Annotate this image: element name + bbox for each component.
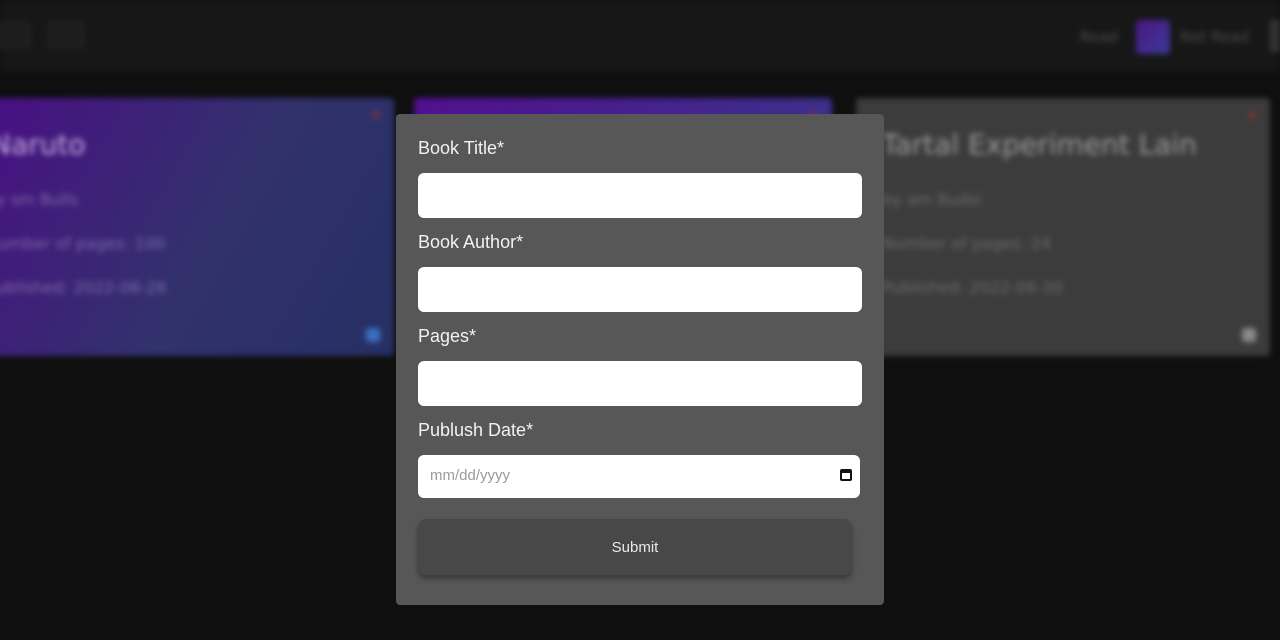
book-card-title: Naruto bbox=[0, 128, 86, 161]
book-card-pages: Number of pages: 24 bbox=[882, 234, 1051, 253]
read-label: Read bbox=[1080, 28, 1118, 46]
read-toggle-swatch[interactable] bbox=[1136, 20, 1170, 54]
publish-date-label: Publush Date* bbox=[418, 420, 534, 440]
book-title-input[interactable] bbox=[418, 173, 862, 218]
header-edge-control[interactable] bbox=[1270, 20, 1280, 52]
book-author-label: Book Author* bbox=[418, 232, 524, 252]
nav-button-1[interactable] bbox=[0, 22, 30, 48]
read-status-icon[interactable] bbox=[1242, 328, 1256, 342]
nav-button-2[interactable] bbox=[48, 22, 84, 48]
calendar-icon[interactable] bbox=[840, 469, 852, 481]
pages-input[interactable] bbox=[418, 361, 862, 406]
read-status-icon[interactable] bbox=[366, 328, 380, 342]
submit-button[interactable]: Submit bbox=[418, 519, 852, 575]
publish-date-placeholder: mm/dd/yyyy bbox=[430, 467, 511, 484]
book-card: ✕ Naruto by sm Bulls Number of pages: 10… bbox=[0, 98, 394, 356]
close-icon[interactable]: ✕ bbox=[1246, 108, 1258, 124]
pages-label: Pages* bbox=[418, 326, 477, 346]
book-card-published: Published: 2022-06-30 bbox=[882, 278, 1063, 297]
book-card-published: Published: 2022-06-26 bbox=[0, 278, 167, 297]
book-author-input[interactable] bbox=[418, 267, 862, 312]
publish-date-input[interactable]: mm/dd/yyyy bbox=[418, 455, 860, 498]
book-card-pages: Number of pages: 100 bbox=[0, 234, 166, 253]
close-icon[interactable]: ✕ bbox=[370, 108, 382, 124]
book-title-label: Book Title* bbox=[418, 138, 505, 158]
add-book-modal: Book Title* Book Author* Pages* Publush … bbox=[396, 114, 884, 605]
book-card-author: by sm Bulls bbox=[0, 190, 79, 209]
book-card: ✕ Tartal Experiment Lain by am Budsi Num… bbox=[856, 98, 1270, 356]
book-card-title: Tartal Experiment Lain bbox=[882, 128, 1197, 161]
book-card-author: by am Budsi bbox=[882, 190, 982, 209]
top-bar: Read Not Read bbox=[0, 0, 1280, 72]
not-read-label: Not Read bbox=[1180, 28, 1249, 46]
